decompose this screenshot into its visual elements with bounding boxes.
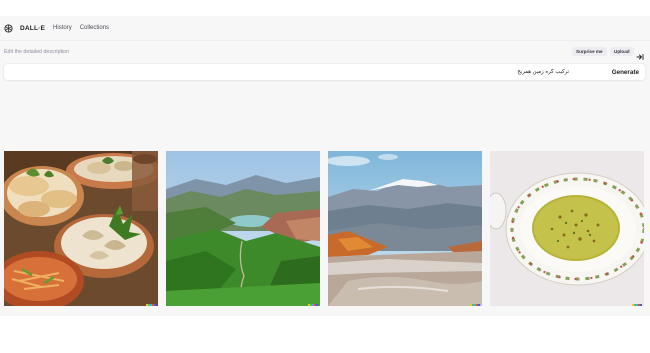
upload-button[interactable]: Upload bbox=[610, 47, 634, 56]
generated-image-2[interactable] bbox=[166, 151, 320, 306]
color-swatch bbox=[146, 304, 156, 306]
dalle-app: DALL·E History Collections Edit the deta… bbox=[0, 16, 650, 316]
surprise-me-button[interactable]: Surprise me bbox=[572, 47, 607, 56]
brand-title[interactable]: DALL·E bbox=[20, 25, 45, 32]
openai-logo-icon[interactable] bbox=[4, 23, 13, 33]
color-swatch bbox=[470, 304, 480, 306]
color-swatch bbox=[308, 304, 318, 306]
prompt-bar: Generate bbox=[4, 64, 645, 80]
prompt-input[interactable] bbox=[9, 68, 569, 76]
nav-link-collections[interactable]: Collections bbox=[80, 25, 109, 31]
generate-button[interactable]: Generate bbox=[612, 67, 639, 77]
collapse-panel-icon[interactable] bbox=[636, 48, 644, 60]
nav-link-history[interactable]: History bbox=[53, 25, 72, 31]
top-nav: DALL·E History Collections bbox=[0, 16, 650, 40]
color-swatch bbox=[632, 304, 642, 306]
generated-image-4[interactable] bbox=[490, 151, 644, 306]
prompt-label: Edit the detailed description bbox=[4, 49, 70, 55]
generated-image-1[interactable] bbox=[4, 151, 158, 306]
generated-image-3[interactable] bbox=[328, 151, 482, 306]
image-grid bbox=[4, 151, 645, 306]
nav-divider bbox=[0, 40, 650, 41]
